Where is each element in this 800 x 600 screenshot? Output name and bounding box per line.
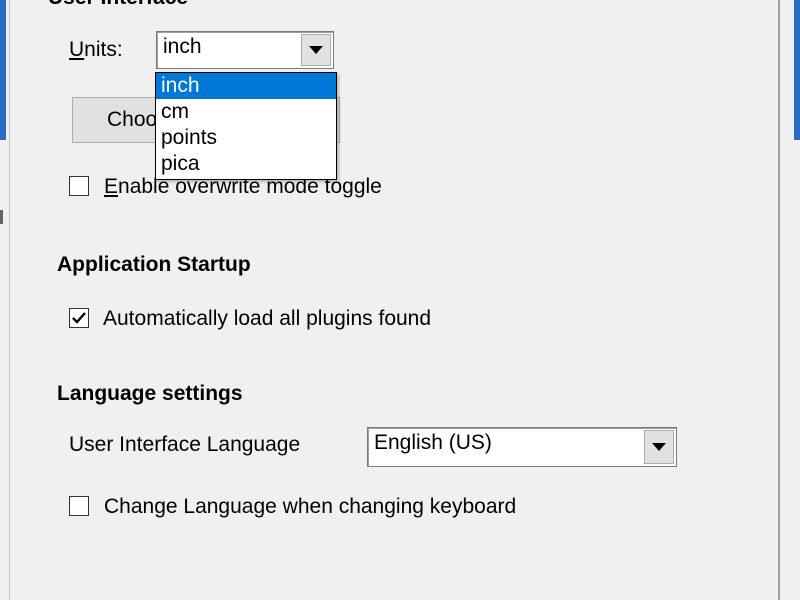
units-combobox[interactable]: inch bbox=[156, 31, 334, 69]
choose-button-label: Choo bbox=[107, 108, 158, 131]
units-option-inch[interactable]: inch bbox=[156, 73, 336, 99]
background-window-edge-left bbox=[0, 0, 10, 600]
background-window-edge-right bbox=[778, 0, 800, 600]
autoload-plugins-label: Automatically load all plugins found bbox=[103, 307, 432, 330]
ui-language-combobox[interactable]: English (US) bbox=[367, 427, 677, 467]
change-language-checkbox[interactable] bbox=[69, 496, 89, 516]
background-window-accent-right bbox=[794, 0, 800, 140]
units-dropdown-list[interactable]: inch cm points pica bbox=[155, 72, 337, 180]
group-title-user-interface: User Interface bbox=[48, 0, 188, 10]
units-option-points[interactable]: points bbox=[156, 125, 336, 151]
ui-language-value: English (US) bbox=[374, 431, 492, 454]
units-option-cm[interactable]: cm bbox=[156, 99, 336, 125]
ui-language-dropdown-button[interactable] bbox=[644, 430, 674, 464]
units-label-accel: U bbox=[69, 38, 85, 61]
units-label-rest: nits: bbox=[84, 38, 123, 61]
units-option-pica[interactable]: pica bbox=[156, 151, 336, 177]
change-language-label: Change Language when changing keyboard bbox=[104, 495, 517, 518]
background-window-accent bbox=[0, 0, 6, 140]
group-title-application-startup: Application Startup bbox=[57, 253, 251, 276]
chevron-down-icon bbox=[309, 46, 323, 54]
autoload-plugins-checkbox[interactable] bbox=[69, 308, 89, 328]
units-dropdown-button[interactable] bbox=[301, 34, 331, 66]
group-title-language-settings: Language settings bbox=[57, 382, 243, 405]
overwrite-mode-checkbox[interactable] bbox=[69, 176, 89, 196]
units-label: Units: bbox=[69, 38, 123, 62]
chevron-down-icon bbox=[652, 443, 666, 451]
background-window-mark bbox=[0, 210, 3, 224]
ui-language-label: User Interface Language bbox=[69, 433, 301, 456]
overwrite-label-accel: E bbox=[104, 175, 119, 198]
units-combobox-value: inch bbox=[163, 35, 202, 58]
checkmark-icon bbox=[72, 312, 86, 324]
